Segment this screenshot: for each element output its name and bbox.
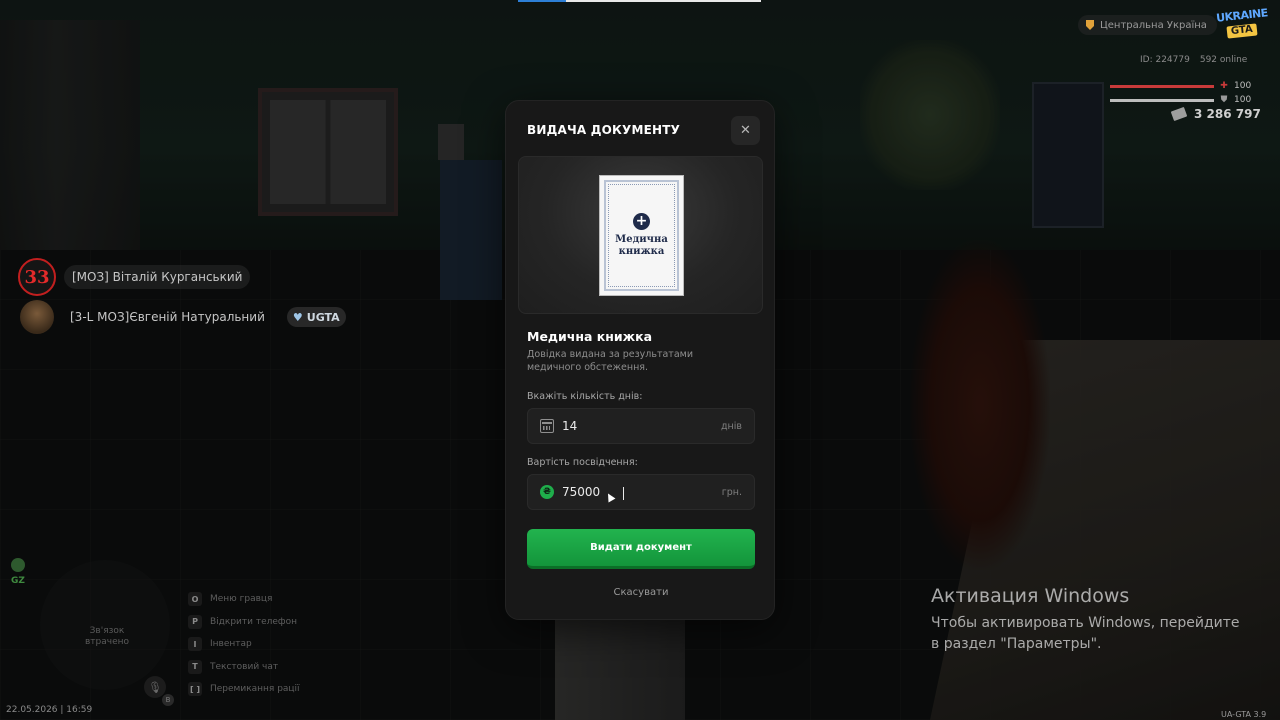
avatar — [20, 300, 54, 334]
gz-icon — [11, 558, 25, 572]
medical-cross-icon: + — [633, 213, 650, 230]
armor-value: 100 — [1234, 95, 1252, 105]
cost-unit: грн. — [721, 486, 742, 498]
voice-speaker-name: [3-L МОЗ]Євгеній Натуральний — [70, 310, 265, 324]
region-name: Центральна Україна — [1100, 19, 1207, 31]
heart-icon: ♥ — [292, 310, 303, 324]
cost-label: Вартість посвідчення: — [527, 457, 638, 468]
cancel-button[interactable]: Скасувати — [506, 587, 776, 598]
voice-chat-list: 33 [МОЗ] Віталій Курганський [3-L МОЗ]Єв… — [18, 258, 346, 338]
cost-field[interactable]: ₴ 75000 грн. — [527, 474, 755, 510]
key-hint: [ ] Перемикання рації — [188, 682, 300, 697]
close-icon: ✕ — [740, 123, 751, 138]
key-hint: T Текстовий чат — [188, 656, 300, 679]
days-label: Вкажіть кількість днів: — [527, 391, 643, 402]
hryvnia-coin-icon: ₴ — [540, 485, 554, 499]
key-hint: P Відкрити телефон — [188, 611, 300, 634]
armor-bar — [1110, 98, 1214, 102]
microphone-icon: 🎙 — [144, 676, 166, 698]
calendar-icon — [540, 419, 554, 433]
version-label: UA-GTA 3.9 — [1221, 710, 1267, 719]
issue-document-button[interactable]: Видати документ — [527, 529, 755, 569]
datetime: 22.05.2026 | 16:59 — [6, 705, 93, 715]
windows-activation-message: Чтобы активировать Windows, перейдите в … — [931, 615, 1240, 652]
shield-icon: ⛊ — [1220, 95, 1228, 105]
region-crest-icon — [1086, 20, 1094, 30]
close-button[interactable]: ✕ — [731, 116, 760, 145]
days-input[interactable]: 14 — [562, 419, 721, 433]
days-unit: днів — [720, 420, 742, 432]
key-hint: O Меню гравця — [188, 588, 300, 611]
health-value: 100 — [1234, 81, 1252, 91]
document-title: Медична книжка — [527, 329, 653, 344]
medical-book-card: + Медична книжка — [599, 175, 684, 296]
windows-activation-watermark: Активация Windows Чтобы активировать Win… — [931, 585, 1251, 655]
document-description: Довідка видана за результатами медичного… — [527, 349, 693, 373]
money-value: 3 286 797 — [1194, 107, 1261, 121]
voice-item: 33 [МОЗ] Віталій Курганський — [18, 258, 346, 296]
days-field[interactable]: 14 днів — [527, 408, 755, 444]
avatar: 33 — [18, 258, 56, 296]
money-row: 3 286 797 — [1170, 106, 1261, 122]
minimap-status: Зв'язок втрачено — [84, 626, 130, 647]
health-row: ✚ 100 — [1110, 81, 1251, 91]
voice-speaker-name: [МОЗ] Віталій Курганський — [64, 265, 251, 289]
windows-activation-title: Активация Windows — [931, 585, 1130, 607]
player-info-row: ID: 224779 592 online — [1140, 55, 1247, 65]
voice-item: [3-L МОЗ]Євгеній Натуральний ♥ UGTA — [18, 300, 346, 334]
issue-document-modal: ВИДАЧА ДОКУМЕНТУ ✕ + Медична книжка Меди… — [505, 100, 775, 620]
gang-zone-indicator: GZ — [8, 558, 28, 586]
text-caret — [623, 487, 624, 500]
armor-row: ⛊ 100 — [1110, 95, 1251, 105]
document-card-title: Медична книжка — [615, 234, 668, 257]
player-id: ID: 224779 — [1140, 55, 1190, 65]
key-hints: O Меню гравця P Відкрити телефон I Інвентар… — [188, 588, 300, 701]
key-hint: I Інвентар — [188, 633, 300, 656]
minimap — [40, 560, 170, 690]
plus-icon: ✚ — [1220, 81, 1228, 91]
loading-strip — [518, 0, 761, 2]
modal-title: ВИДАЧА ДОКУМЕНТУ — [527, 123, 681, 137]
online-count: 592 online — [1199, 55, 1248, 65]
region-indicator: Центральна Україна — [1078, 15, 1217, 35]
document-preview: + Медична книжка — [518, 156, 763, 314]
server-logo: UKRAINE GTA — [1215, 6, 1269, 39]
mic-key: B — [162, 694, 174, 706]
cost-input[interactable]: 75000 — [562, 485, 722, 499]
ugta-badge: ♥ UGTA — [286, 307, 346, 327]
health-bar — [1110, 84, 1214, 88]
money-icon — [1170, 106, 1188, 122]
